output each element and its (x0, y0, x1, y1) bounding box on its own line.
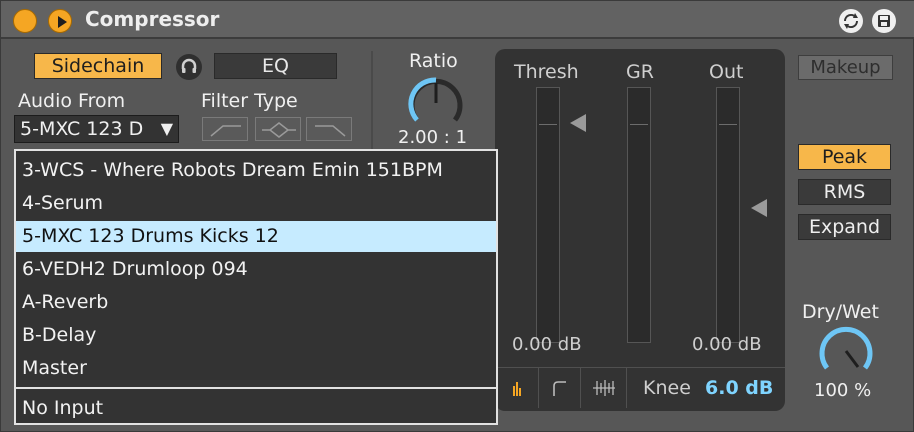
dropdown-item[interactable]: A-Reverb (16, 287, 496, 318)
meter-tick (539, 124, 557, 125)
dropdown-item[interactable]: 3-WCS - Where Robots Dream Emin 151BPM (16, 155, 496, 186)
activity-view-icon[interactable] (495, 368, 539, 408)
knee-curve-icon[interactable] (539, 368, 581, 408)
meter-tick (719, 124, 737, 125)
dry-wet-value: 100 % (814, 380, 872, 401)
power-icon[interactable] (13, 9, 37, 33)
title-bar: Compressor (1, 1, 914, 39)
dry-wet-label: Dry/Wet (802, 301, 879, 323)
dropdown-item[interactable]: 4-Serum (16, 188, 496, 219)
output-meter[interactable] (716, 87, 740, 343)
makeup-button[interactable]: Makeup (798, 55, 893, 80)
audio-from-value: 5-MXC 123 D (20, 118, 144, 140)
bandpass-filter-button[interactable] (255, 117, 301, 141)
filter-type-label: Filter Type (201, 90, 298, 112)
compressor-device: Compressor Sidechain EQ Audio From Filte… (0, 0, 914, 432)
expand-button[interactable]: Expand (798, 214, 891, 240)
out-label: Out (709, 61, 744, 83)
dropdown-item-selected[interactable]: 5-MXC 123 Drums Kicks 12 (16, 221, 496, 252)
threshold-value[interactable]: 0.00 dB (512, 334, 582, 355)
meter-tick (630, 124, 648, 125)
refresh-icon[interactable] (839, 9, 863, 33)
knee-value[interactable]: 6.0 dB (705, 377, 773, 399)
dropdown-divider (16, 387, 496, 389)
gain-reduction-meter (627, 87, 651, 343)
dropdown-item[interactable]: Master (16, 353, 496, 384)
headphones-icon[interactable] (176, 54, 202, 80)
dropdown-item[interactable]: B-Delay (16, 320, 496, 351)
dropdown-item-no-input[interactable]: No Input (16, 393, 496, 424)
audio-from-dropdown-menu: 3-WCS - Where Robots Dream Emin 151BPM 4… (14, 149, 498, 425)
lowpass-filter-button[interactable] (306, 117, 352, 141)
rms-button[interactable]: RMS (798, 179, 891, 205)
thresh-label: Thresh (514, 61, 579, 83)
dry-wet-knob[interactable] (815, 325, 877, 377)
dropdown-item[interactable]: 6-VEDH2 Drumloop 094 (16, 254, 496, 285)
save-icon[interactable] (872, 9, 896, 33)
play-icon[interactable] (48, 9, 72, 33)
peak-button[interactable]: Peak (798, 144, 891, 170)
threshold-meter[interactable] (536, 87, 560, 343)
ratio-knob[interactable] (405, 77, 467, 129)
knee-label: Knee (643, 377, 691, 399)
gr-label: GR (626, 61, 654, 83)
audio-from-select[interactable]: 5-MXC 123 D ▼ (14, 115, 179, 143)
ratio-label: Ratio (409, 50, 458, 72)
dropdown-arrow-icon: ▼ (160, 119, 173, 138)
meter-toolbar: Knee 6.0 dB (495, 367, 785, 408)
output-slider-arrow-icon[interactable] (751, 199, 767, 217)
threshold-slider-arrow-icon[interactable] (570, 114, 586, 132)
highpass-filter-button[interactable] (202, 117, 248, 141)
sidechain-button[interactable]: Sidechain (34, 53, 162, 79)
audio-from-label: Audio From (18, 90, 126, 112)
output-value[interactable]: 0.00 dB (692, 334, 762, 355)
ratio-value: 2.00 : 1 (398, 127, 468, 148)
device-title: Compressor (85, 7, 220, 31)
section-divider (371, 51, 373, 151)
eq-button[interactable]: EQ (214, 53, 337, 79)
lookahead-icon[interactable] (581, 368, 627, 408)
meter-panel: Thresh GR Out 0.00 dB 0.00 dB Knee 6.0 d… (495, 49, 785, 411)
